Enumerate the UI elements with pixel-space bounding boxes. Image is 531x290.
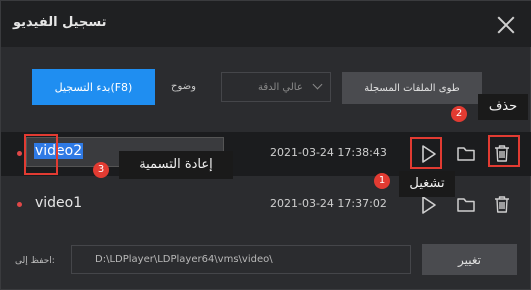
record-dot-icon <box>17 202 22 207</box>
video-recording-dialog: تسجيل الفيديو بدء التسجيل(F8) وضوح عالي … <box>0 0 531 290</box>
save-path-value: D:\LDPlayer\LDPlayer64\vms\video\ <box>95 254 273 265</box>
recording-row: video2 2021-03-24 17:38:43 <box>1 132 531 176</box>
trash-icon[interactable] <box>491 193 513 215</box>
quality-select[interactable]: عالي الدقة <box>221 72 331 102</box>
folder-icon[interactable] <box>455 194 477 216</box>
record-dot-icon <box>17 151 22 156</box>
quality-value: عالي الدقة <box>258 82 303 93</box>
title-bar: تسجيل الفيديو <box>1 1 531 47</box>
play-annotation-badge: 1 <box>374 173 390 189</box>
rename-annotation-label: إعادة التسمية <box>119 151 233 179</box>
recording-timestamp: 2021-03-24 17:38:43 <box>270 146 387 159</box>
recording-timestamp: 2021-03-24 17:37:02 <box>270 197 387 210</box>
play-icon[interactable] <box>417 194 439 216</box>
collapse-recordings-button[interactable]: طوى الملفات المسجلة <box>342 72 482 104</box>
delete-annotation-label: حذف <box>478 94 528 120</box>
rename-annotation-badge: 3 <box>93 162 109 178</box>
start-recording-button[interactable]: بدء التسجيل(F8) <box>32 69 155 105</box>
recording-name[interactable]: video1 <box>35 195 82 211</box>
save-path-field[interactable]: D:\LDPlayer\LDPlayer64\vms\video\ <box>71 245 411 274</box>
delete-highlight-box <box>488 135 520 167</box>
play-annotation-label: تشغيل <box>399 171 455 197</box>
rename-highlight-box <box>24 134 58 175</box>
play-highlight-box <box>410 137 442 169</box>
folder-icon[interactable] <box>455 143 477 165</box>
save-to-label: احفظ إلى: <box>15 256 55 266</box>
quality-label: وضوح <box>171 81 196 92</box>
delete-annotation-badge: 2 <box>451 106 467 122</box>
window-title: تسجيل الفيديو <box>13 15 107 30</box>
chevron-down-icon <box>312 79 323 90</box>
close-icon[interactable] <box>495 14 517 36</box>
change-path-button[interactable]: تغيير <box>422 244 517 275</box>
